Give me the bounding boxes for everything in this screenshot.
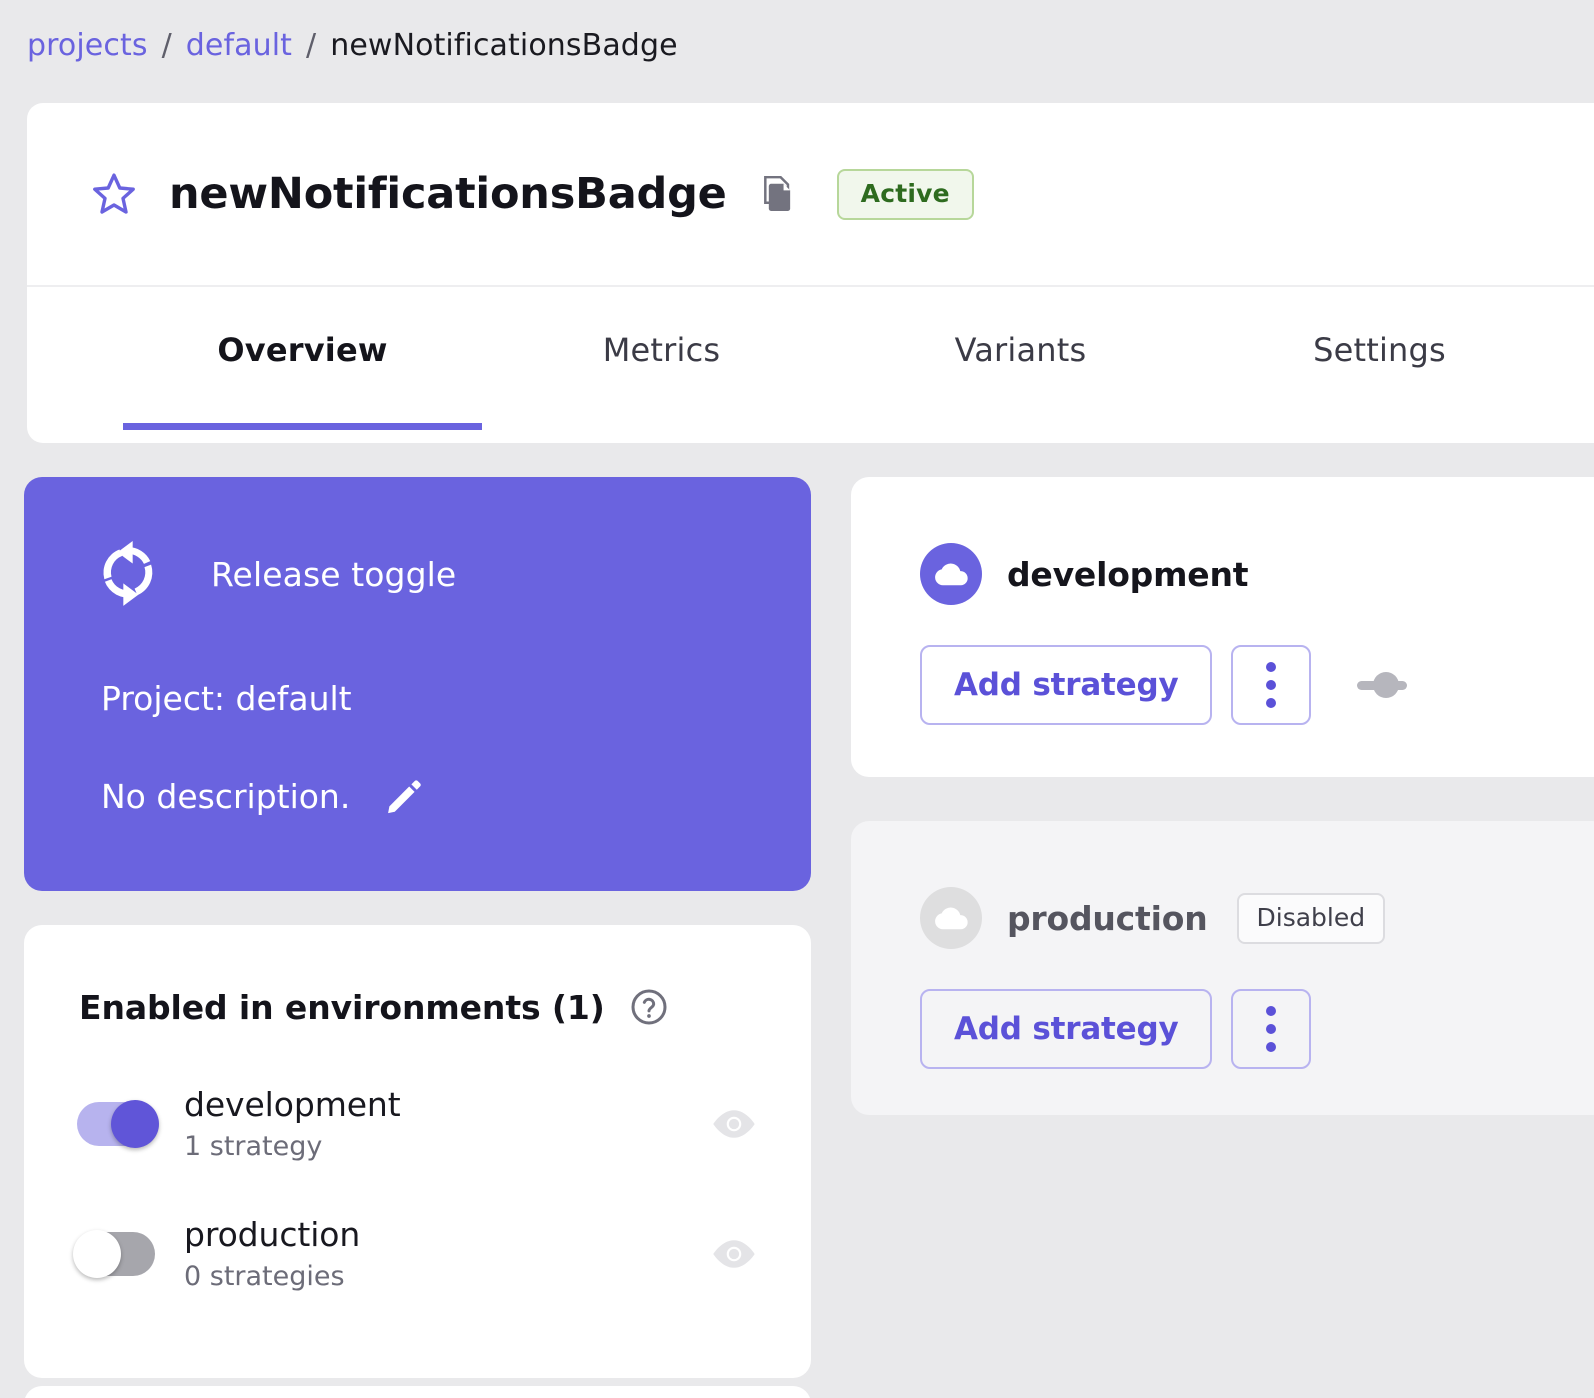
strategy-card-env-name-production: production: [1007, 899, 1208, 938]
tab-metrics[interactable]: Metrics: [482, 287, 841, 369]
feature-header-row: newNotificationsBadge Active: [27, 103, 1594, 287]
environment-toggle-row-production: production 0 strategies: [24, 1189, 811, 1319]
cloud-icon: [920, 887, 982, 949]
add-strategy-button-development[interactable]: Add strategy: [920, 645, 1212, 725]
environment-name-development: development: [184, 1085, 401, 1124]
help-circle-icon[interactable]: [629, 987, 669, 1027]
environment-name-production: production: [184, 1215, 360, 1254]
release-description-label: No description.: [101, 777, 350, 816]
environment-strategy-count-development: 1 strategy: [184, 1131, 711, 1162]
strategy-card-header-development: development: [851, 477, 1594, 605]
feature-tabs: Overview Metrics Variants Settings: [27, 287, 1594, 441]
enabled-in-environments-card: Enabled in environments (1) development …: [24, 925, 811, 1378]
status-badge: Active: [837, 169, 974, 220]
eye-icon[interactable]: [711, 1238, 757, 1270]
cloud-icon: [920, 543, 982, 605]
breadcrumb-link-default[interactable]: default: [186, 28, 292, 63]
environment-toggle-row-development: development 1 strategy: [24, 1059, 811, 1189]
breadcrumb-separator-1: /: [162, 28, 172, 63]
tab-settings[interactable]: Settings: [1200, 287, 1559, 369]
breadcrumb-separator-2: /: [306, 28, 316, 63]
enabled-in-environments-title: Enabled in environments (1): [79, 988, 605, 1027]
strategy-card-env-name-development: development: [1007, 555, 1248, 594]
release-toggle-type-label: Release toggle: [211, 555, 456, 594]
environment-toggle-development[interactable]: [77, 1102, 155, 1146]
page-title: newNotificationsBadge: [169, 169, 727, 219]
tab-overview[interactable]: Overview: [123, 287, 482, 369]
breadcrumb: projects / default / newNotificationsBad…: [27, 22, 678, 68]
environment-meta-production: production 0 strategies: [184, 1216, 711, 1292]
strategy-card-development: development Add strategy: [851, 477, 1594, 777]
environment-toggle-production[interactable]: [77, 1232, 155, 1276]
tab-variants[interactable]: Variants: [841, 287, 1200, 369]
active-tab-indicator: [123, 423, 482, 430]
next-card-peek: [24, 1386, 811, 1398]
breadcrumb-link-projects[interactable]: projects: [27, 28, 148, 63]
release-description-row: No description.: [101, 777, 422, 816]
pencil-icon[interactable]: [384, 778, 422, 816]
drag-handle-icon[interactable]: [1357, 672, 1407, 698]
star-outline-icon[interactable]: [90, 170, 138, 218]
environment-strategy-count-production: 0 strategies: [184, 1261, 711, 1292]
environment-meta-development: development 1 strategy: [184, 1086, 711, 1162]
feature-header-card: newNotificationsBadge Active Overview Me…: [27, 103, 1594, 443]
breadcrumb-current: newNotificationsBadge: [330, 28, 677, 63]
enabled-in-environments-header: Enabled in environments (1): [24, 925, 811, 1027]
more-vertical-icon[interactable]: [1231, 645, 1311, 725]
strategy-card-header-production: production Disabled: [851, 821, 1594, 949]
add-strategy-button-production[interactable]: Add strategy: [920, 989, 1212, 1069]
strategy-card-actions-development: Add strategy: [851, 645, 1594, 725]
release-toggle-card: Release toggle Project: default No descr…: [24, 477, 811, 891]
disabled-badge: Disabled: [1237, 893, 1386, 944]
more-vertical-icon[interactable]: [1231, 989, 1311, 1069]
strategy-card-production: production Disabled Add strategy: [851, 821, 1594, 1115]
copy-icon[interactable]: [759, 175, 795, 213]
release-project-label: Project: default: [101, 679, 352, 718]
loop-sync-icon: [95, 538, 161, 610]
release-toggle-type-row: Release toggle: [24, 477, 811, 610]
strategy-card-actions-production: Add strategy: [851, 989, 1594, 1069]
eye-icon[interactable]: [711, 1108, 757, 1140]
